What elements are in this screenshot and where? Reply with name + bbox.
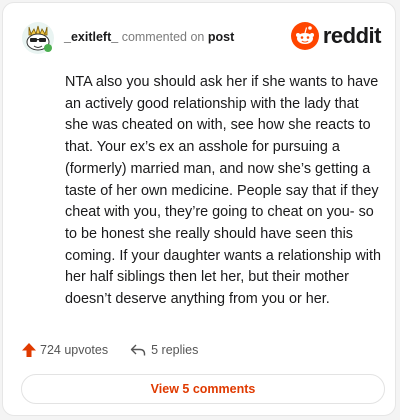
replies-button[interactable]: 5 replies [130,343,198,357]
reply-count: 5 replies [151,343,199,357]
action-text: commented on [121,30,205,44]
avatar-icon[interactable] [21,21,55,55]
reddit-logo-icon [290,22,319,50]
view-comments-button[interactable]: View 5 comments [21,374,385,404]
upvote-arrow-icon [22,343,36,357]
post-link[interactable]: post [208,30,234,44]
comment-meta: _exitleft_ commented on post [64,30,234,44]
upvote-count: 724 upvotes [40,343,109,357]
comment-card: _exitleft_ commented on post reddit NTA … [2,2,396,416]
comment-header: _exitleft_ commented on post reddit [21,17,382,57]
reply-arrow-icon [130,344,146,356]
username-link[interactable]: _exitleft_ [64,30,118,44]
upvote-button[interactable]: 724 upvotes [21,342,108,358]
reddit-brand[interactable]: reddit [290,21,382,51]
comment-actions: 724 upvotes 5 replies [21,340,198,360]
reddit-wordmark: reddit [322,23,382,48]
comment-body: NTA also you should ask her if she wants… [65,74,381,308]
